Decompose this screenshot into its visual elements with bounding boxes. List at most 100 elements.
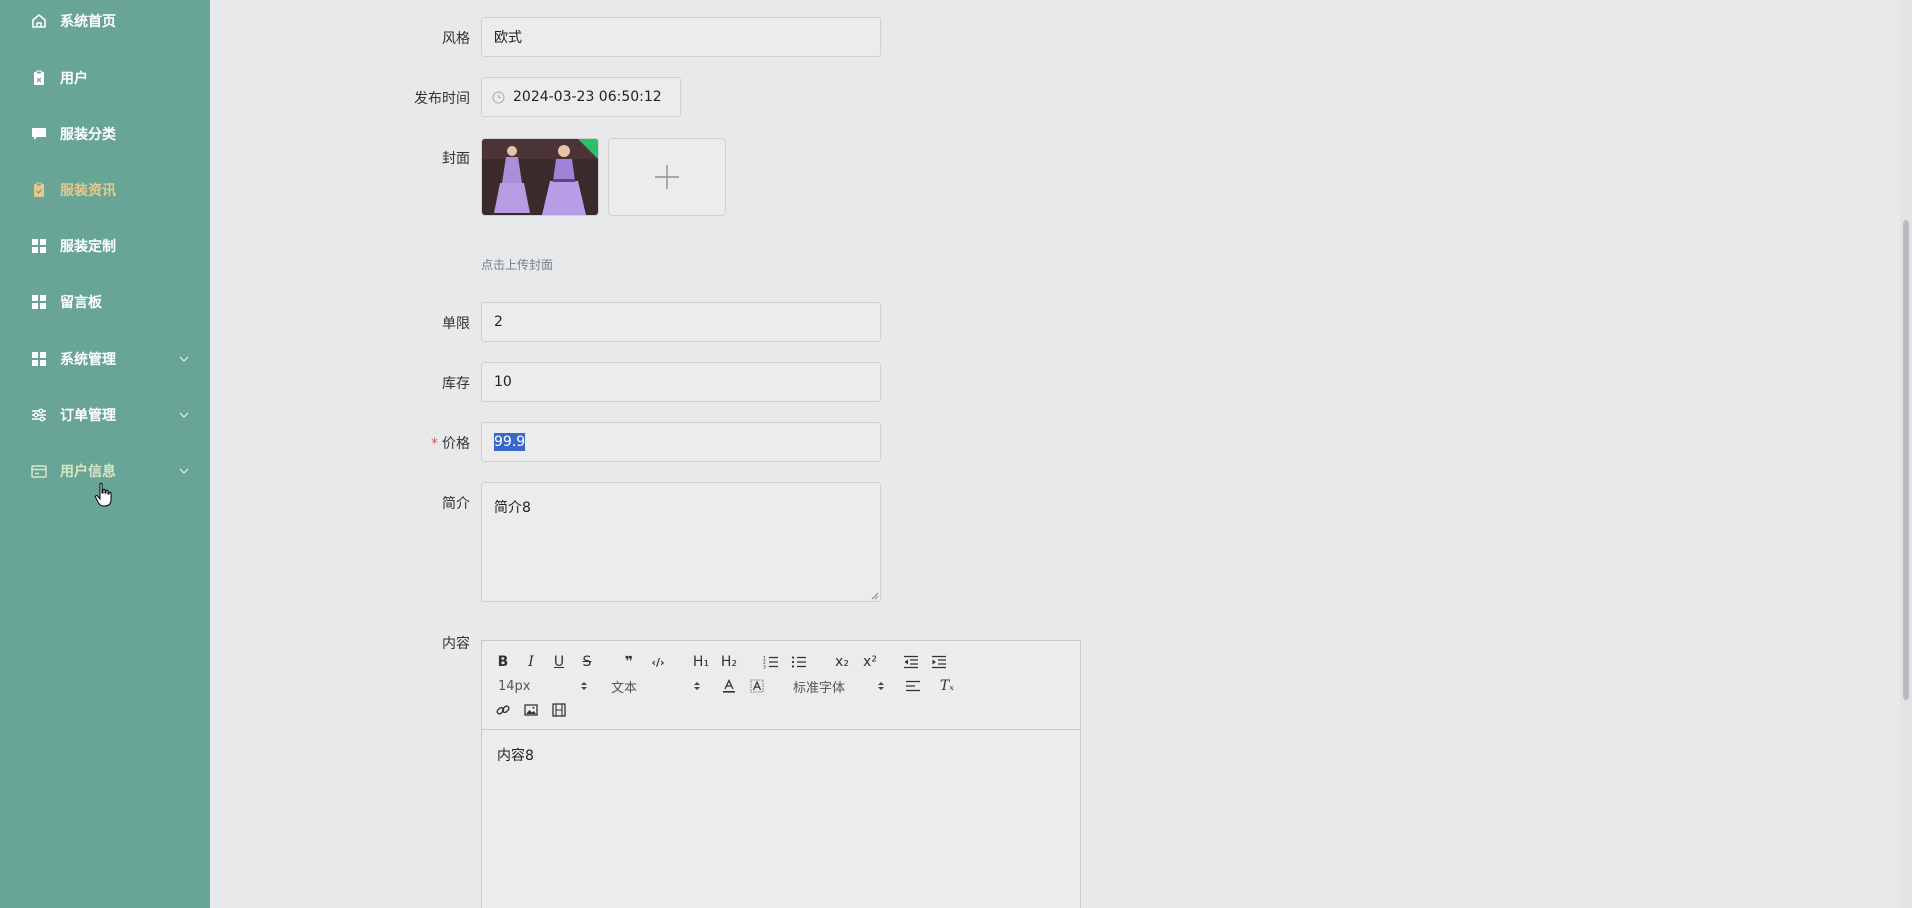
message-icon	[30, 125, 48, 143]
sidebar-item-system-management[interactable]: 系统管理	[0, 339, 210, 379]
image-button[interactable]	[522, 700, 540, 720]
superscript-button[interactable]: x²	[860, 652, 880, 672]
bold-button[interactable]: B	[494, 652, 512, 672]
cover-label: 封面	[442, 151, 470, 167]
price-label-text: 价格	[442, 436, 470, 452]
editor-content[interactable]: 内容8	[497, 745, 534, 765]
price-input-value: 99.9	[494, 433, 526, 451]
editor-toolbar: B I U S ❞ ‹/› H₁ H₂ 123 x₂ x² 14px 文本 标准…	[482, 641, 1080, 730]
sidebar-item-label: 服装定制	[60, 239, 116, 255]
main-content: 风格 欧式 发布时间 2024-03-23 06:50:12 封面 点击上传封面	[210, 0, 1912, 908]
resize-handle-icon[interactable]	[870, 591, 879, 600]
sidebar-item-clothing-category[interactable]: 服装分类	[0, 114, 210, 154]
publish-time-value: 2024-03-23 06:50:12	[513, 89, 662, 105]
intro-label: 简介	[442, 496, 470, 512]
intro-textarea[interactable]: 简介8	[481, 482, 881, 602]
intro-textarea-value: 简介8	[494, 500, 531, 516]
code-block-button[interactable]: ‹/›	[648, 652, 668, 672]
home-icon	[30, 12, 48, 30]
upload-cover-button[interactable]	[608, 138, 726, 216]
background-color-button[interactable]	[748, 676, 766, 696]
editor-content-text: 内容8	[497, 748, 534, 764]
cover-thumbnail-image[interactable]	[481, 138, 599, 216]
underline-button[interactable]: U	[550, 652, 568, 672]
clear-format-button[interactable]: Tₓ	[937, 676, 957, 696]
stock-label: 库存	[442, 376, 470, 392]
sidebar-item-users[interactable]: 用户	[0, 58, 210, 98]
clock-icon	[492, 91, 505, 104]
limit-input-value: 2	[494, 314, 503, 330]
clipboard-icon	[30, 69, 48, 87]
sidebar-item-order-management[interactable]: 订单管理	[0, 395, 210, 435]
select-arrows-icon	[693, 680, 701, 692]
outdent-icon	[903, 655, 919, 669]
style-label: 风格	[442, 31, 470, 47]
sidebar-item-clothing-news[interactable]: 服装资讯	[0, 170, 210, 210]
sidebar-item-clothing-custom[interactable]: 服装定制	[0, 226, 210, 266]
price-label: * 价格	[380, 433, 470, 453]
image-icon	[524, 703, 538, 717]
svg-text:3: 3	[763, 665, 766, 670]
indent-icon	[931, 655, 947, 669]
ordered-list-icon: 123	[763, 655, 779, 669]
price-input[interactable]: 99.9	[481, 422, 881, 462]
sidebar-item-label: 服装资讯	[60, 183, 116, 199]
font-color-icon	[722, 679, 736, 693]
select-arrows-icon	[580, 680, 588, 692]
select-arrows-icon	[877, 680, 885, 692]
block-type-value: 文本	[611, 680, 638, 696]
sidebar: 系统首页 用户 服装分类 服装资讯 服装定制 留言板 系统管理 订单管理 用户信…	[0, 0, 210, 908]
font-family-value: 标准字体	[793, 680, 846, 696]
cover-upload-hint: 点击上传封面	[481, 258, 554, 272]
video-icon	[552, 703, 566, 717]
strike-button[interactable]: S	[578, 652, 596, 672]
sidebar-item-label: 系统管理	[60, 352, 116, 368]
clipboard-check-icon	[30, 181, 48, 199]
chevron-down-icon	[177, 464, 191, 478]
stock-input[interactable]: 10	[481, 362, 881, 402]
grid-icon	[30, 237, 48, 255]
scrollbar-thumb[interactable]	[1903, 220, 1909, 700]
align-left-icon	[905, 679, 921, 693]
link-icon	[496, 703, 510, 717]
ordered-list-button[interactable]: 123	[762, 652, 780, 672]
card-icon	[30, 462, 48, 480]
sidebar-item-label: 留言板	[60, 295, 102, 311]
limit-input[interactable]: 2	[481, 302, 881, 342]
style-input-value: 欧式	[494, 30, 522, 46]
video-button[interactable]	[550, 700, 568, 720]
sidebar-item-message-board[interactable]: 留言板	[0, 282, 210, 322]
outdent-button[interactable]	[902, 652, 920, 672]
block-type-select[interactable]: 文本	[611, 676, 701, 696]
rich-text-editor: B I U S ❞ ‹/› H₁ H₂ 123 x₂ x² 14px 文本 标准…	[481, 640, 1081, 908]
publish-time-label: 发布时间	[414, 91, 470, 107]
page-scrollbar[interactable]	[1900, 0, 1912, 908]
indent-button[interactable]	[930, 652, 948, 672]
stock-input-value: 10	[494, 374, 512, 390]
content-label: 内容	[442, 636, 470, 652]
style-input[interactable]: 欧式	[481, 17, 881, 57]
blockquote-button[interactable]: ❞	[620, 652, 638, 672]
subscript-button[interactable]: x₂	[832, 652, 852, 672]
font-color-button[interactable]	[720, 676, 738, 696]
font-size-select[interactable]: 14px	[498, 676, 588, 696]
align-button[interactable]	[904, 676, 922, 696]
header-2-button[interactable]: H₂	[718, 652, 740, 672]
sidebar-item-home[interactable]: 系统首页	[0, 1, 210, 41]
sidebar-item-label: 系统首页	[60, 14, 116, 30]
sidebar-item-label: 用户	[60, 71, 88, 87]
header-1-button[interactable]: H₁	[690, 652, 712, 672]
font-family-select[interactable]: 标准字体	[793, 676, 885, 696]
publish-time-picker[interactable]: 2024-03-23 06:50:12	[481, 77, 681, 117]
plus-icon	[653, 163, 681, 191]
bullet-list-button[interactable]	[790, 652, 808, 672]
background-color-icon	[750, 679, 764, 693]
grid-icon	[30, 293, 48, 311]
hand-cursor-icon	[94, 482, 114, 508]
chevron-down-icon	[177, 408, 191, 422]
limit-label: 单限	[442, 316, 470, 332]
sidebar-item-label: 服装分类	[60, 127, 116, 143]
required-asterisk: *	[431, 436, 438, 452]
link-button[interactable]	[494, 700, 512, 720]
italic-button[interactable]: I	[522, 652, 540, 672]
